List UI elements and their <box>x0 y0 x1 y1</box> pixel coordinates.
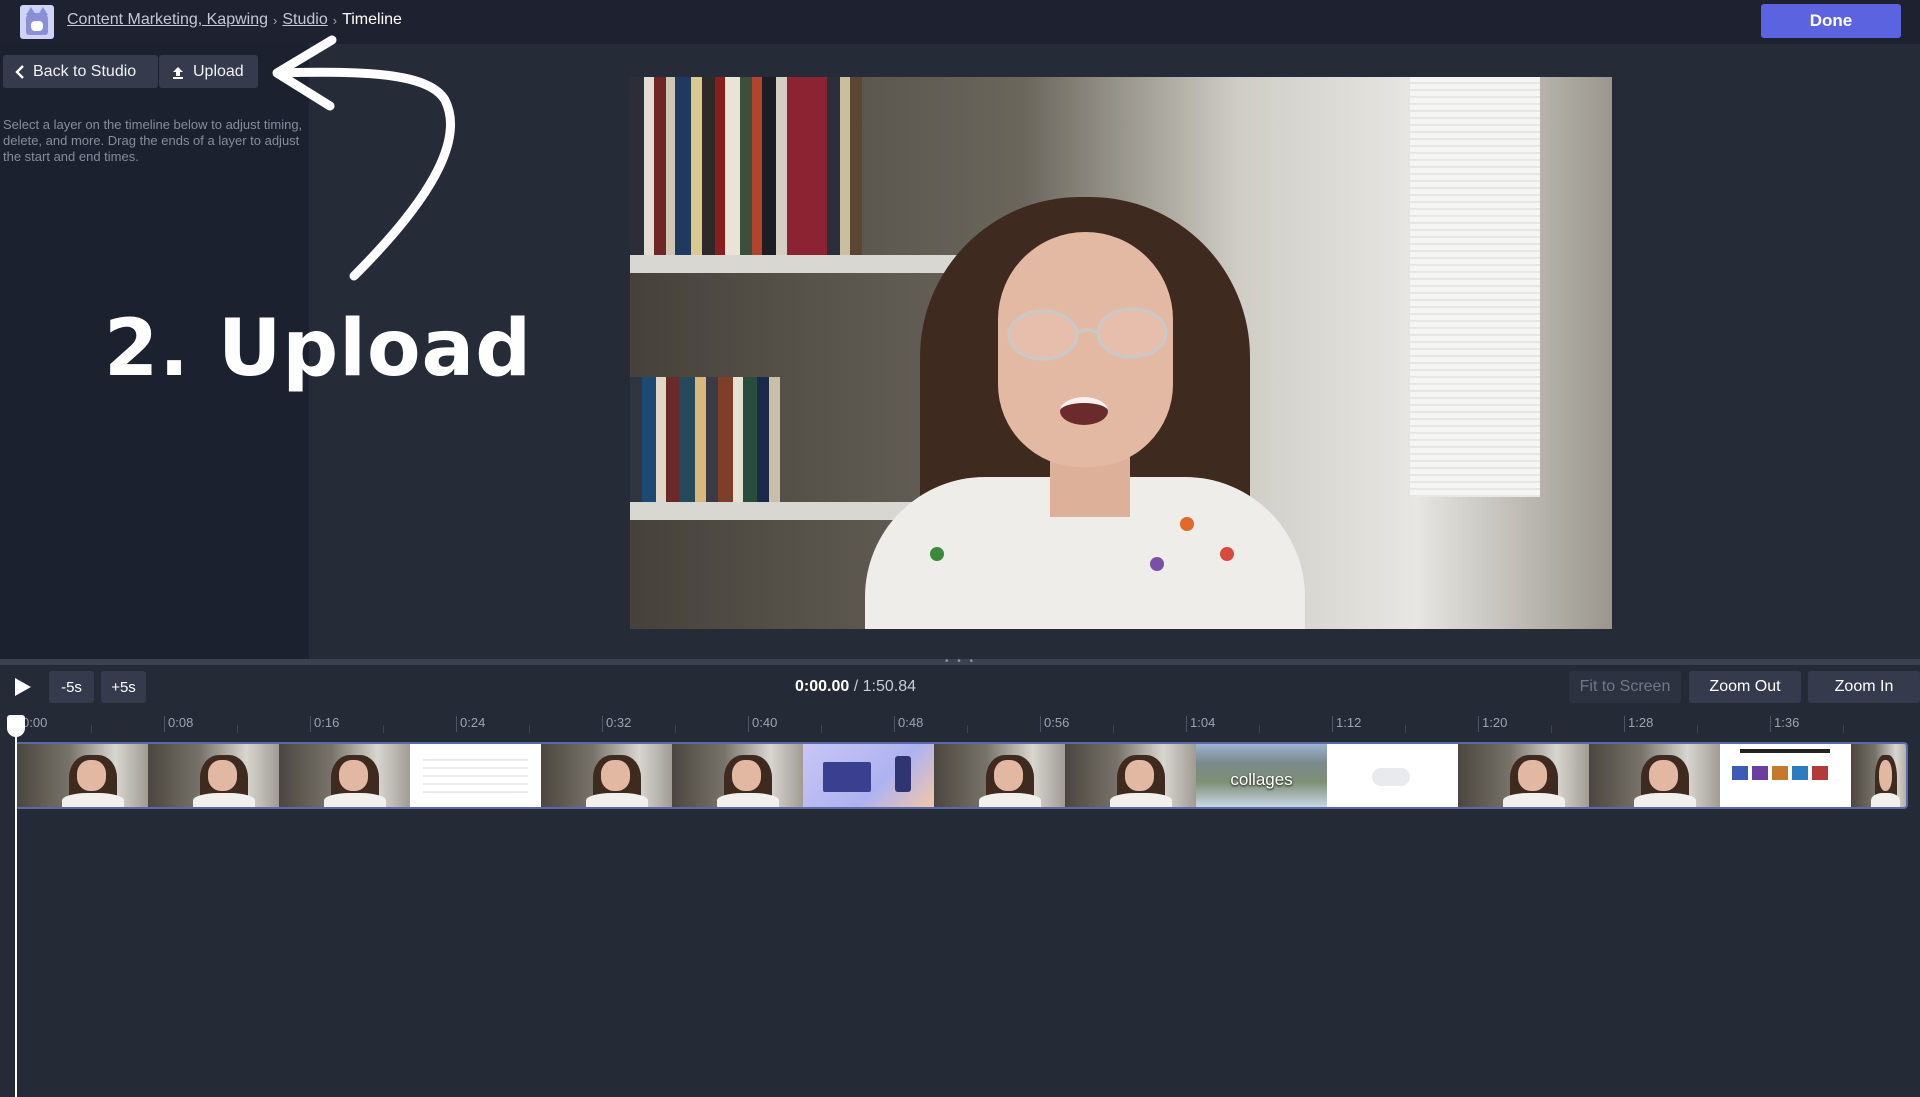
ruler-tick-label: 1:12 <box>1332 716 1361 732</box>
ruler-tick-label: 0:40 <box>748 716 777 732</box>
time-ruler[interactable]: 0:00 0:08 0:16 0:24 0:32 0:40 0:48 0:56 1:04 1:12… <box>0 709 1920 742</box>
upload-icon <box>173 66 183 79</box>
back-to-studio-button[interactable]: Back to Studio <box>3 55 158 88</box>
track-clip-thumbnail[interactable] <box>541 744 672 807</box>
upload-label: Upload <box>193 62 244 80</box>
annotation-text: 2. Upload <box>104 304 533 394</box>
track-clip-thumbnail[interactable] <box>934 744 1065 807</box>
chevron-right-icon: › <box>273 12 278 28</box>
breadcrumb: Content Marketing, Kapwing › Studio › Ti… <box>67 11 402 29</box>
video-track[interactable]: collages <box>15 742 1908 809</box>
done-button[interactable]: Done <box>1761 4 1901 38</box>
chevron-left-icon <box>15 64 24 79</box>
track-clip-thumbnail[interactable] <box>1327 744 1458 807</box>
track-clip-thumbnail[interactable] <box>1720 744 1851 807</box>
back-to-studio-label: Back to Studio <box>33 62 137 80</box>
playhead-handle[interactable] <box>7 715 25 737</box>
breadcrumb-workspace-link[interactable]: Content Marketing, Kapwing <box>67 11 268 29</box>
rewind-5s-button[interactable]: -5s <box>49 671 94 703</box>
track-clip-thumbnail[interactable] <box>1589 744 1720 807</box>
ruler-tick-label: 1:04 <box>1186 716 1215 732</box>
ruler-minor-tick <box>1843 725 1844 733</box>
timecode-display: 0:00.00 / 1:50.84 <box>795 678 916 696</box>
ruler-tick-label: 1:20 <box>1478 716 1507 732</box>
ruler-minor-tick <box>1697 725 1698 733</box>
ruler-minor-tick <box>383 725 384 733</box>
breadcrumb-current: Timeline <box>342 11 402 28</box>
zoom-in-button[interactable]: Zoom In <box>1808 671 1920 703</box>
ruler-minor-tick <box>1259 725 1260 733</box>
timeline[interactable]: 0:00 0:08 0:16 0:24 0:32 0:40 0:48 0:56 1:04 1:12… <box>0 709 1920 1097</box>
ruler-minor-tick <box>1551 725 1552 733</box>
ruler-tick-label: 1:28 <box>1624 716 1653 732</box>
annotation-arrow-icon <box>272 35 456 281</box>
track-clip-thumbnail[interactable] <box>1458 744 1589 807</box>
ruler-minor-tick <box>821 725 822 733</box>
upload-button[interactable]: Upload <box>159 55 258 88</box>
playback-controls: -5s +5s 0:00.00 / 1:50.84 Fit to Screen … <box>0 665 1920 709</box>
play-button[interactable] <box>12 676 34 698</box>
forward-5s-button[interactable]: +5s <box>101 671 146 703</box>
current-time: 0:00.00 <box>795 678 850 695</box>
ruler-minor-tick <box>1113 725 1114 733</box>
chevron-right-icon: › <box>332 12 338 28</box>
ruler-minor-tick <box>91 725 92 733</box>
timeline-help-text: Select a layer on the timeline below to … <box>3 117 303 164</box>
zoom-out-button[interactable]: Zoom Out <box>1689 671 1801 703</box>
ruler-tick-label: 0:32 <box>602 716 631 732</box>
ruler-tick-label: 1:36 <box>1770 716 1799 732</box>
playhead[interactable] <box>15 730 17 1097</box>
ruler-tick-label: 0:16 <box>310 716 339 732</box>
total-time: / 1:50.84 <box>849 678 916 695</box>
ruler-minor-tick <box>1405 725 1406 733</box>
track-clip-thumbnail[interactable] <box>148 744 279 807</box>
track-clip-thumbnail[interactable] <box>279 744 410 807</box>
ruler-tick-label: 0:24 <box>456 716 485 732</box>
ruler-tick-label: 0:56 <box>1040 716 1069 732</box>
track-clip-thumbnail[interactable] <box>410 744 541 807</box>
track-clip-thumbnail[interactable] <box>803 744 934 807</box>
ruler-tick-label: 0:08 <box>164 716 193 732</box>
track-clip-thumbnail[interactable] <box>672 744 803 807</box>
ruler-tick-label: 0:48 <box>894 716 923 732</box>
ruler-minor-tick <box>967 725 968 733</box>
breadcrumb-studio-link[interactable]: Studio <box>282 11 327 29</box>
ruler-minor-tick <box>529 725 530 733</box>
video-preview[interactable] <box>630 77 1612 629</box>
fit-to-screen-button[interactable]: Fit to Screen <box>1569 671 1681 703</box>
clip-caption: collages <box>1230 770 1293 789</box>
ruler-minor-tick <box>237 725 238 733</box>
track-clip-thumbnail[interactable] <box>1851 744 1906 807</box>
kapwing-logo-icon[interactable] <box>20 5 54 39</box>
track-clip-thumbnail[interactable] <box>1065 744 1196 807</box>
ruler-minor-tick <box>675 725 676 733</box>
track-clip-thumbnail[interactable]: collages <box>1196 744 1327 807</box>
track-clip-thumbnail[interactable] <box>17 744 148 807</box>
